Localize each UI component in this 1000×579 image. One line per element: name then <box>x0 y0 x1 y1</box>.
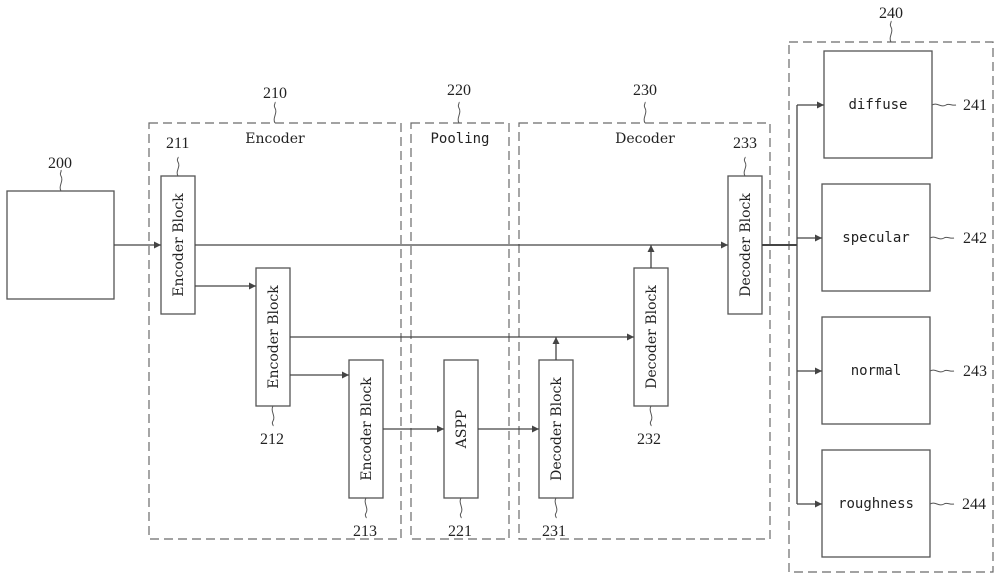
ref-230: 230 <box>633 82 657 99</box>
ref-241: 241 <box>963 97 987 114</box>
output-diffuse-241: diffuse <box>823 50 933 159</box>
aspp-block-label: ASPP <box>454 410 470 450</box>
ref-232: 232 <box>637 431 661 448</box>
ref-212: 212 <box>260 431 284 448</box>
leader-241 <box>931 103 957 107</box>
encoder-block-211-label: Encoder Block <box>171 193 187 297</box>
encoder-block-211: Encoder Block <box>160 175 196 315</box>
encoder-block-212: Encoder Block <box>255 267 291 407</box>
leader-221 <box>459 497 463 519</box>
leader-244 <box>929 502 955 506</box>
encoder-block-212-label: Encoder Block <box>266 285 282 389</box>
output-normal-243: normal <box>821 316 931 425</box>
decoder-block-231-label: Decoder Block <box>549 377 565 481</box>
leader-220 <box>457 101 461 124</box>
output-specular-label: specular <box>842 230 909 246</box>
ref-220: 220 <box>447 82 471 99</box>
leader-242 <box>929 236 955 240</box>
input-image-box <box>6 190 115 300</box>
output-roughness-label: roughness <box>838 496 914 512</box>
encoder-title: Encoder <box>245 131 305 147</box>
leader-233 <box>743 156 747 177</box>
ref-221: 221 <box>448 523 472 540</box>
ref-231: 231 <box>542 523 566 540</box>
leader-213 <box>364 497 368 519</box>
decoder-block-232-label: Decoder Block <box>644 285 660 389</box>
ref-200: 200 <box>48 155 72 172</box>
output-roughness-244: roughness <box>821 449 931 558</box>
decoder-title: Decoder <box>615 131 675 147</box>
leader-231 <box>554 497 558 519</box>
pooling-title: Pooling <box>430 131 489 147</box>
ref-243: 243 <box>963 363 987 380</box>
ref-240: 240 <box>879 5 903 22</box>
leader-210 <box>273 101 277 124</box>
ref-242: 242 <box>963 230 987 247</box>
output-normal-label: normal <box>851 363 902 379</box>
output-specular-242: specular <box>821 183 931 292</box>
leader-240 <box>889 20 893 43</box>
encoder-block-213-label: Encoder Block <box>359 377 375 481</box>
leader-243 <box>929 369 955 373</box>
leader-200 <box>59 169 63 192</box>
decoder-block-233-label: Decoder Block <box>738 193 754 297</box>
ref-211: 211 <box>166 135 189 152</box>
ref-244: 244 <box>962 496 986 513</box>
output-diffuse-label: diffuse <box>848 97 907 113</box>
leader-211 <box>176 156 180 177</box>
ref-213: 213 <box>353 523 377 540</box>
decoder-block-232: Decoder Block <box>633 267 669 407</box>
decoder-block-233: Decoder Block <box>727 175 763 315</box>
encoder-block-213: Encoder Block <box>348 359 384 499</box>
ref-233: 233 <box>733 135 757 152</box>
network-diagram: 200 210 Encoder 220 Pooling 230 Decoder … <box>6 5 994 573</box>
leader-232 <box>649 405 653 427</box>
ref-210: 210 <box>263 85 287 102</box>
decoder-block-231: Decoder Block <box>538 359 574 499</box>
leader-230 <box>643 101 647 124</box>
aspp-block-221: ASPP <box>443 359 479 499</box>
leader-212 <box>271 405 275 427</box>
